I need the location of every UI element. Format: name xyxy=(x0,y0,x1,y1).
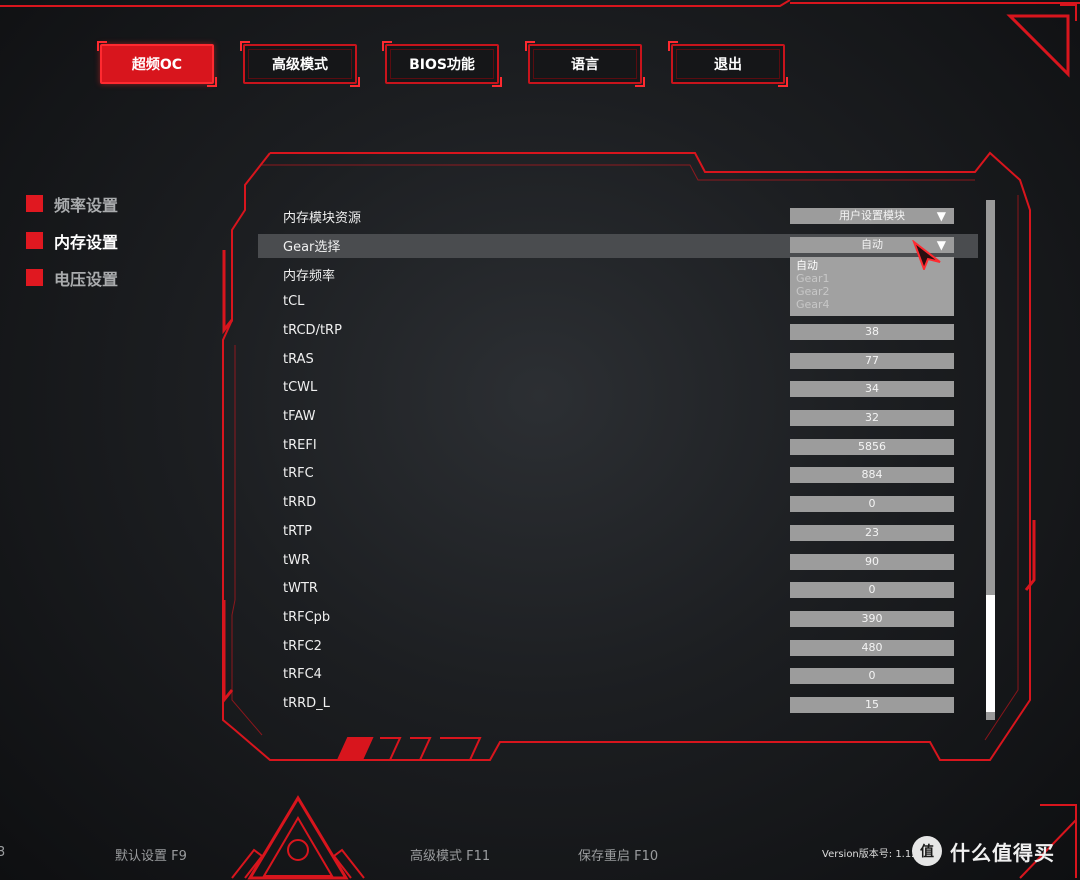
setting-value-field[interactable]: 15 xyxy=(790,697,954,713)
triangle-down-icon: ▼ xyxy=(936,209,946,223)
setting-row-trfc2[interactable]: tRFC2 480 xyxy=(258,637,978,661)
setting-label: tRRD_L xyxy=(283,696,330,711)
setting-label: tRAS xyxy=(283,352,314,367)
setting-value: 用户设置模块 xyxy=(839,209,905,222)
setting-row-twr[interactable]: tWR 90 xyxy=(258,551,978,575)
setting-value-field[interactable]: 32 xyxy=(790,410,954,426)
corner-decoration xyxy=(525,41,535,51)
tab-label: BIOS功能 xyxy=(409,57,475,73)
tab-overclock[interactable]: 超频OC xyxy=(97,41,217,87)
setting-value-field[interactable]: 884 xyxy=(790,467,954,483)
corner-decoration xyxy=(350,77,360,87)
tab-label: 超频OC xyxy=(131,57,183,73)
setting-label: tCWL xyxy=(283,380,318,395)
setting-label: tRTP xyxy=(283,524,312,539)
top-nav: 超频OC 高级模式 BIOS功能 语言 退出 xyxy=(0,0,1080,100)
watermark-text: 什么值得买 xyxy=(950,840,1055,865)
setting-row-gear-select[interactable]: Gear选择 自动 ▼ xyxy=(258,234,978,258)
settings-scrollbar[interactable] xyxy=(986,200,995,720)
setting-row-trfc4[interactable]: tRFC4 0 xyxy=(258,665,978,689)
watermark: 值 什么值得买 xyxy=(912,836,1055,866)
footer-hint-fragment: 3 xyxy=(0,845,6,860)
tab-label: 语言 xyxy=(571,57,599,73)
setting-row-trfc[interactable]: tRFC 884 xyxy=(258,464,978,488)
sidebar-item-memory[interactable]: 内存设置 xyxy=(26,222,206,259)
setting-value-field[interactable]: 38 xyxy=(790,324,954,340)
corner-decoration xyxy=(382,41,392,51)
setting-label: tCL xyxy=(283,294,305,309)
setting-label: tRCD/tRP xyxy=(283,323,342,338)
watermark-logo-icon: 值 xyxy=(912,836,942,866)
version-label: Version版本号: 1.12 xyxy=(822,849,918,860)
sidebar-item-frequency[interactable]: 频率设置 xyxy=(26,185,206,222)
corner-decoration xyxy=(778,77,788,87)
setting-value-field[interactable]: 90 xyxy=(790,554,954,570)
tab-exit[interactable]: 退出 xyxy=(668,41,788,87)
setting-value-field[interactable]: 5856 xyxy=(790,439,954,455)
sidebar-item-label: 频率设置 xyxy=(54,195,119,215)
setting-value-field[interactable]: 0 xyxy=(790,496,954,512)
red-square-icon xyxy=(26,269,43,286)
corner-decoration xyxy=(635,77,645,87)
setting-value-field[interactable]: 0 xyxy=(790,668,954,684)
footer-default-settings[interactable]: 默认设置 F9 xyxy=(115,845,187,864)
setting-value: 自动 xyxy=(861,238,883,251)
setting-label: 内存模块资源 xyxy=(283,211,362,226)
corner-decoration xyxy=(492,77,502,87)
setting-label: tWR xyxy=(283,553,310,568)
setting-label: tRFC4 xyxy=(283,667,322,682)
tab-label: 退出 xyxy=(714,57,742,73)
setting-row-memory-profile[interactable]: 内存模块资源 用户设置模块 ▼ xyxy=(258,205,978,229)
setting-dropdown[interactable]: 用户设置模块 ▼ xyxy=(790,208,954,224)
footer-save-restart[interactable]: 保存重启 F10 xyxy=(578,845,658,864)
corner-decoration xyxy=(207,77,217,87)
corner-decoration xyxy=(668,41,678,51)
setting-row-tfaw[interactable]: tFAW 32 xyxy=(258,407,978,431)
setting-label: tFAW xyxy=(283,409,316,424)
sidebar-item-voltage[interactable]: 电压设置 xyxy=(26,259,206,296)
dropdown-option-gear2[interactable]: Gear2 xyxy=(790,285,954,298)
setting-label: tRRD xyxy=(283,495,317,510)
dropdown-option-gear4[interactable]: Gear4 xyxy=(790,298,954,311)
setting-row-tras[interactable]: tRAS 77 xyxy=(258,350,978,374)
cursor-arrow-icon xyxy=(912,240,941,270)
tab-advanced-mode[interactable]: 高级模式 xyxy=(240,41,360,87)
tab-bios-features[interactable]: BIOS功能 xyxy=(382,41,502,87)
setting-row-trefi[interactable]: tREFI 5856 xyxy=(258,436,978,460)
sidebar-item-label: 电压设置 xyxy=(54,269,119,289)
corner-decoration xyxy=(97,41,107,51)
setting-value-field[interactable]: 390 xyxy=(790,611,954,627)
setting-value-field[interactable]: 23 xyxy=(790,525,954,541)
setting-label: tREFI xyxy=(283,438,317,453)
setting-label: 内存频率 xyxy=(283,269,336,284)
sidebar-item-label: 内存设置 xyxy=(54,232,119,252)
setting-label: tRFC xyxy=(283,466,314,481)
setting-row-trcd-trp[interactable]: tRCD/tRP 38 xyxy=(258,321,978,345)
footer-advanced-mode[interactable]: 高级模式 F11 xyxy=(410,845,490,864)
dropdown-option-gear1[interactable]: Gear1 xyxy=(790,272,954,285)
setting-value-field[interactable]: 0 xyxy=(790,582,954,598)
setting-row-twtr[interactable]: tWTR 0 xyxy=(258,579,978,603)
setting-row-trrd[interactable]: tRRD 0 xyxy=(258,493,978,517)
setting-label: tRFCpb xyxy=(283,610,331,625)
tab-label: 高级模式 xyxy=(272,57,328,73)
red-square-icon xyxy=(26,195,43,212)
setting-label: Gear选择 xyxy=(283,240,341,255)
tab-language[interactable]: 语言 xyxy=(525,41,645,87)
sidebar: 频率设置 内存设置 电压设置 xyxy=(26,185,206,296)
setting-row-trtp[interactable]: tRTP 23 xyxy=(258,522,978,546)
setting-value-field[interactable]: 480 xyxy=(790,640,954,656)
red-square-icon xyxy=(26,232,43,249)
setting-value-field[interactable]: 34 xyxy=(790,381,954,397)
setting-value-field[interactable]: 77 xyxy=(790,353,954,369)
corner-decoration xyxy=(240,41,250,51)
setting-row-trfcpb[interactable]: tRFCpb 390 xyxy=(258,608,978,632)
setting-row-trrd-l[interactable]: tRRD_L 15 xyxy=(258,694,978,718)
setting-label: tWTR xyxy=(283,581,318,596)
setting-row-tcwl[interactable]: tCWL 34 xyxy=(258,378,978,402)
setting-label: tRFC2 xyxy=(283,639,322,654)
scrollbar-thumb[interactable] xyxy=(986,595,995,712)
